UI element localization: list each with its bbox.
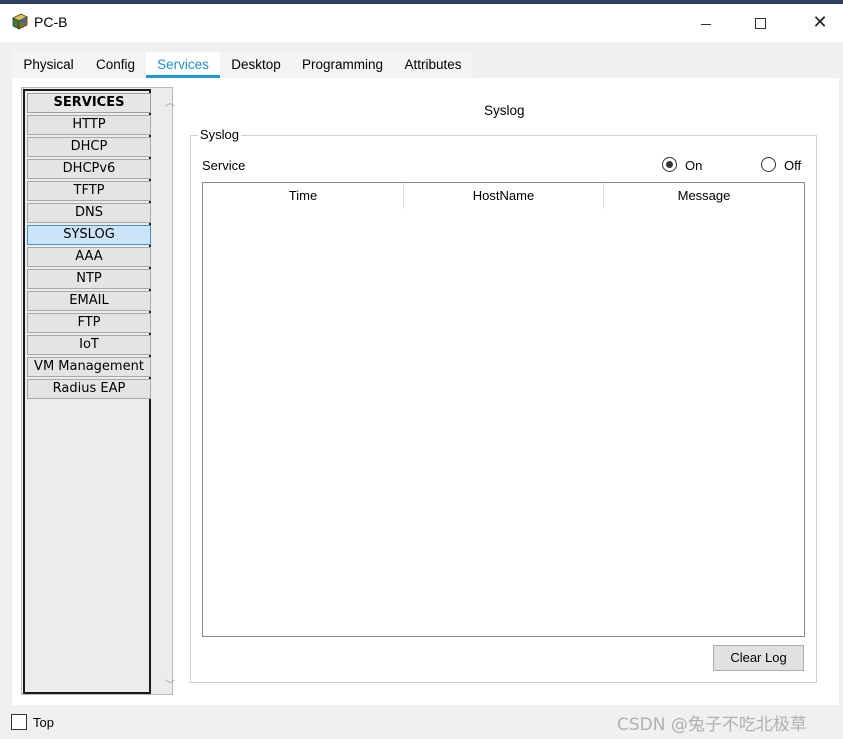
service-item-aaa[interactable]: AAA xyxy=(27,247,151,267)
top-checkbox-label: Top xyxy=(33,715,54,730)
close-icon: ✕ xyxy=(812,12,828,33)
service-item-syslog[interactable]: SYSLOG xyxy=(27,225,151,245)
clear-log-button[interactable]: Clear Log xyxy=(713,645,804,671)
minimize-button[interactable] xyxy=(683,4,729,42)
service-item-http[interactable]: HTTP xyxy=(27,115,151,135)
tab-attributes[interactable]: Attributes xyxy=(393,52,473,78)
tab-physical[interactable]: Physical xyxy=(12,52,85,78)
tab-desktop[interactable]: Desktop xyxy=(220,52,292,78)
syslog-group-title: Syslog xyxy=(198,127,242,142)
title-bar: PC-B ✕ xyxy=(0,4,843,42)
service-off-label[interactable]: Off xyxy=(784,158,801,173)
services-list: SERVICES HTTP DHCP DHCPv6 TFTP DNS SYSLO… xyxy=(23,89,151,694)
radio-selected-dot xyxy=(666,161,673,168)
services-panel: SERVICES HTTP DHCP DHCPv6 TFTP DNS SYSLO… xyxy=(12,78,839,705)
service-item-dns[interactable]: DNS xyxy=(27,203,151,223)
service-off-radio[interactable] xyxy=(761,157,776,172)
page-title: Syslog xyxy=(484,103,525,118)
maximize-button[interactable] xyxy=(737,4,783,42)
service-item-iot[interactable]: IoT xyxy=(27,335,151,355)
tab-config[interactable]: Config xyxy=(85,52,146,78)
service-item-ntp[interactable]: NTP xyxy=(27,269,151,289)
scroll-up-icon[interactable]: ︿ xyxy=(165,94,175,109)
window-title: PC-B xyxy=(34,14,68,30)
close-button[interactable]: ✕ xyxy=(797,4,843,42)
minimize-icon xyxy=(701,23,711,25)
service-item-ftp[interactable]: FTP xyxy=(27,313,151,333)
tab-bar: Physical Config Services Desktop Program… xyxy=(12,52,473,78)
maximize-icon xyxy=(754,17,766,29)
scroll-down-icon[interactable]: ﹀ xyxy=(165,676,175,691)
service-on-radio[interactable] xyxy=(662,157,677,172)
top-checkbox[interactable] xyxy=(11,714,27,730)
watermark: CSDN @兔子不吃北极草 xyxy=(617,715,807,735)
column-header-time[interactable]: Time xyxy=(203,183,404,209)
service-item-vm-management[interactable]: VM Management xyxy=(27,357,151,377)
tab-programming[interactable]: Programming xyxy=(292,52,393,78)
syslog-table[interactable]: Time HostName Message xyxy=(202,182,805,637)
packet-tracer-pc-icon xyxy=(10,12,30,32)
service-item-dhcp[interactable]: DHCP xyxy=(27,137,151,157)
column-header-message[interactable]: Message xyxy=(604,183,804,209)
column-header-hostname[interactable]: HostName xyxy=(404,183,604,209)
service-on-label[interactable]: On xyxy=(685,158,702,173)
service-item-email[interactable]: EMAIL xyxy=(27,291,151,311)
service-item-radius-eap[interactable]: Radius EAP xyxy=(27,379,151,399)
service-item-tftp[interactable]: TFTP xyxy=(27,181,151,201)
services-scrollbar[interactable] xyxy=(162,88,172,694)
tab-services[interactable]: Services xyxy=(146,52,220,78)
services-header: SERVICES xyxy=(27,93,151,113)
service-item-dhcpv6[interactable]: DHCPv6 xyxy=(27,159,151,179)
services-list-container: SERVICES HTTP DHCP DHCPv6 TFTP DNS SYSLO… xyxy=(21,87,175,695)
service-label: Service xyxy=(202,158,246,173)
